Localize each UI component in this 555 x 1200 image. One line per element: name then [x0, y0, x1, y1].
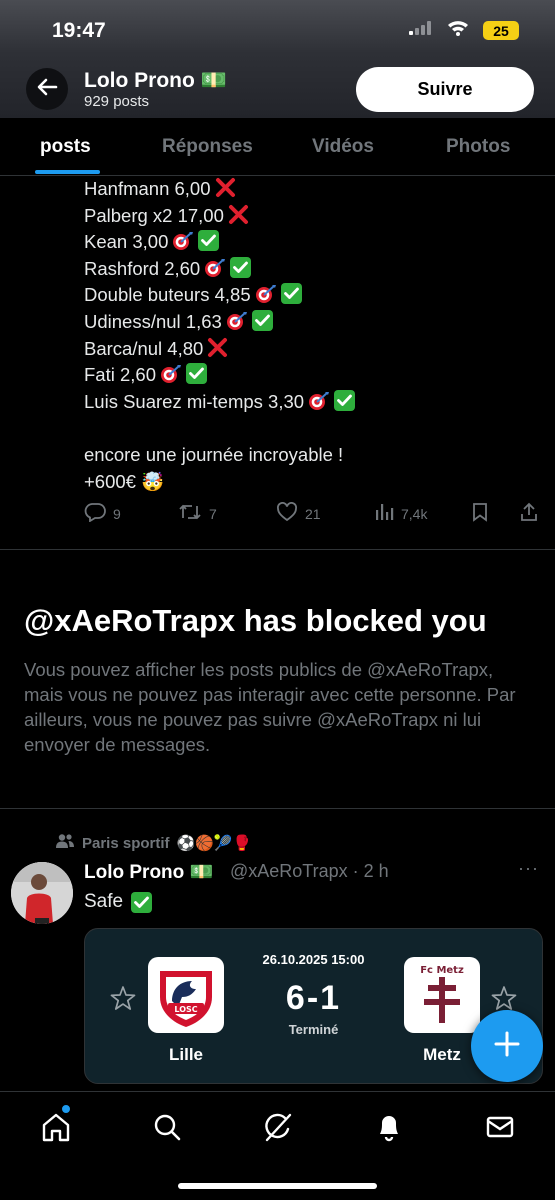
- bookmark-button[interactable]: [471, 502, 489, 525]
- profile-name: Lolo Prono 💵: [84, 69, 227, 92]
- share-icon: [519, 502, 539, 525]
- arrow-left-icon: [36, 77, 58, 102]
- tweet-text: Hanfmann 6,00 Palberg x2 17,00 Kean 3,00 Ra…: [84, 176, 356, 495]
- bet-line: Palberg x2 17,00: [84, 203, 356, 230]
- views-button[interactable]: 7,4k: [374, 502, 427, 525]
- home-indicator: [178, 1183, 377, 1189]
- bet-line-text: Luis Suarez mi-temps 3,30: [84, 390, 305, 412]
- share-button[interactable]: [519, 502, 539, 525]
- bet-line: Udiness/nul 1,63: [84, 309, 356, 336]
- tab-active-indicator: [35, 170, 100, 174]
- more-options-button[interactable]: ···: [518, 858, 539, 879]
- tab-replies[interactable]: Réponses: [162, 136, 253, 158]
- divider: [0, 549, 555, 550]
- direct-hit-icon: [254, 283, 277, 304]
- check-mark-icon: [229, 256, 252, 278]
- blocked-description: Vous pouvez afficher les posts publics d…: [24, 659, 516, 755]
- cross-mark-icon: [227, 204, 250, 225]
- signal-icon: [409, 21, 433, 40]
- avatar[interactable]: [11, 862, 73, 924]
- messages-icon[interactable]: [483, 1110, 517, 1144]
- tab-videos[interactable]: Vidéos: [312, 136, 374, 158]
- grok-icon[interactable]: [261, 1110, 295, 1144]
- blocked-title: @xAeRoTrapx has blocked you: [24, 603, 487, 638]
- repost-button[interactable]: 7: [178, 502, 217, 525]
- bet-line: Rashford 2,60: [84, 256, 356, 283]
- tweet2-text: Safe: [84, 891, 153, 913]
- notification-dot: [61, 1104, 71, 1114]
- people-icon: [55, 833, 75, 853]
- wifi-icon: [447, 20, 469, 41]
- check-mark-icon: [333, 389, 356, 411]
- tab-photos[interactable]: Photos: [446, 136, 510, 158]
- money-emoji: 💵: [200, 69, 227, 92]
- direct-hit-icon: [225, 310, 248, 331]
- cross-mark-icon: [214, 177, 237, 198]
- money-emoji: 💵: [189, 862, 214, 883]
- bet-line-text: Barca/nul 4,80: [84, 337, 204, 359]
- search-icon[interactable]: [150, 1110, 184, 1144]
- tab-posts[interactable]: posts: [40, 136, 91, 158]
- tweet-closing-line: encore une journée incroyable !: [84, 443, 344, 465]
- battery-indicator: 25: [483, 21, 519, 40]
- bet-line-text: Kean 3,00: [84, 231, 169, 253]
- follow-button[interactable]: Suivre: [356, 67, 534, 112]
- home-team-name: Lille: [168, 1045, 204, 1064]
- bet-line: Luis Suarez mi-temps 3,30: [84, 389, 356, 416]
- metz-badge: Fc Metz: [404, 957, 480, 1033]
- bet-line-text: Palberg x2 17,00: [84, 204, 224, 226]
- direct-hit-icon: [203, 257, 226, 278]
- cross-mark-icon: [206, 337, 229, 358]
- profile-tabs: posts Réponses Vidéos Photos: [0, 118, 555, 176]
- check-mark-icon: [197, 230, 220, 252]
- reply-icon: [84, 502, 106, 525]
- views-icon: [374, 502, 394, 525]
- check-emoji: [130, 891, 153, 913]
- direct-hit-icon: [159, 363, 182, 384]
- bet-line-text: Rashford 2,60: [84, 257, 201, 279]
- posts-count: 929 posts: [84, 93, 150, 110]
- plus-icon: [493, 1030, 521, 1063]
- direct-hit-icon: [307, 390, 330, 411]
- status-time: 19:47: [52, 19, 106, 42]
- home-icon[interactable]: [39, 1110, 73, 1144]
- check-mark-icon: [280, 283, 303, 305]
- divider: [0, 808, 555, 809]
- author-handle-time: @xAeRoTrapx · 2 h: [230, 861, 389, 881]
- metz-badge-text: Fc Metz: [420, 965, 464, 976]
- bet-line: Hanfmann 6,00: [84, 176, 356, 203]
- check-mark-icon: [251, 309, 274, 331]
- heart-icon: [276, 502, 298, 525]
- back-button[interactable]: [26, 68, 68, 110]
- tweet-actions: 9 7 21 7,4k: [84, 502, 544, 528]
- repost-icon: [178, 502, 202, 525]
- bet-line: Barca/nul 4,80: [84, 336, 356, 363]
- away-team-name: Metz: [423, 1045, 461, 1064]
- notifications-icon[interactable]: [372, 1110, 406, 1144]
- check-mark-icon: [185, 363, 208, 385]
- bet-line-text: Udiness/nul 1,63: [84, 310, 222, 332]
- bet-list: Hanfmann 6,00 Palberg x2 17,00 Kean 3,00 Ra…: [84, 176, 356, 415]
- like-button[interactable]: 21: [276, 502, 321, 525]
- mind-blown-emoji: 🤯: [141, 470, 165, 492]
- bet-line: Kean 3,00: [84, 229, 356, 256]
- author-name[interactable]: Lolo Prono 💵: [84, 860, 213, 884]
- bet-line: Fati 2,60: [84, 362, 356, 389]
- tweet-profit-line: +600€ 🤯: [84, 470, 165, 492]
- reply-button[interactable]: 9: [84, 502, 121, 525]
- bet-line-text: Double buteurs 4,85: [84, 284, 251, 306]
- bet-line-text: Hanfmann 6,00: [84, 178, 211, 199]
- profile-header: 19:47 25 Lolo Prono 💵 929 posts Suivre: [0, 0, 555, 118]
- direct-hit-icon: [171, 230, 194, 251]
- sports-emojis: ⚽🏀🎾🥊: [176, 835, 252, 852]
- status-icons: 25: [409, 20, 519, 41]
- compose-button[interactable]: [471, 1010, 543, 1082]
- community-context[interactable]: Paris sportif ⚽🏀🎾🥊: [55, 833, 251, 853]
- bet-line-text: Fati 2,60: [84, 364, 156, 386]
- bookmark-icon: [471, 502, 489, 525]
- bet-line: Double buteurs 4,85: [84, 282, 356, 309]
